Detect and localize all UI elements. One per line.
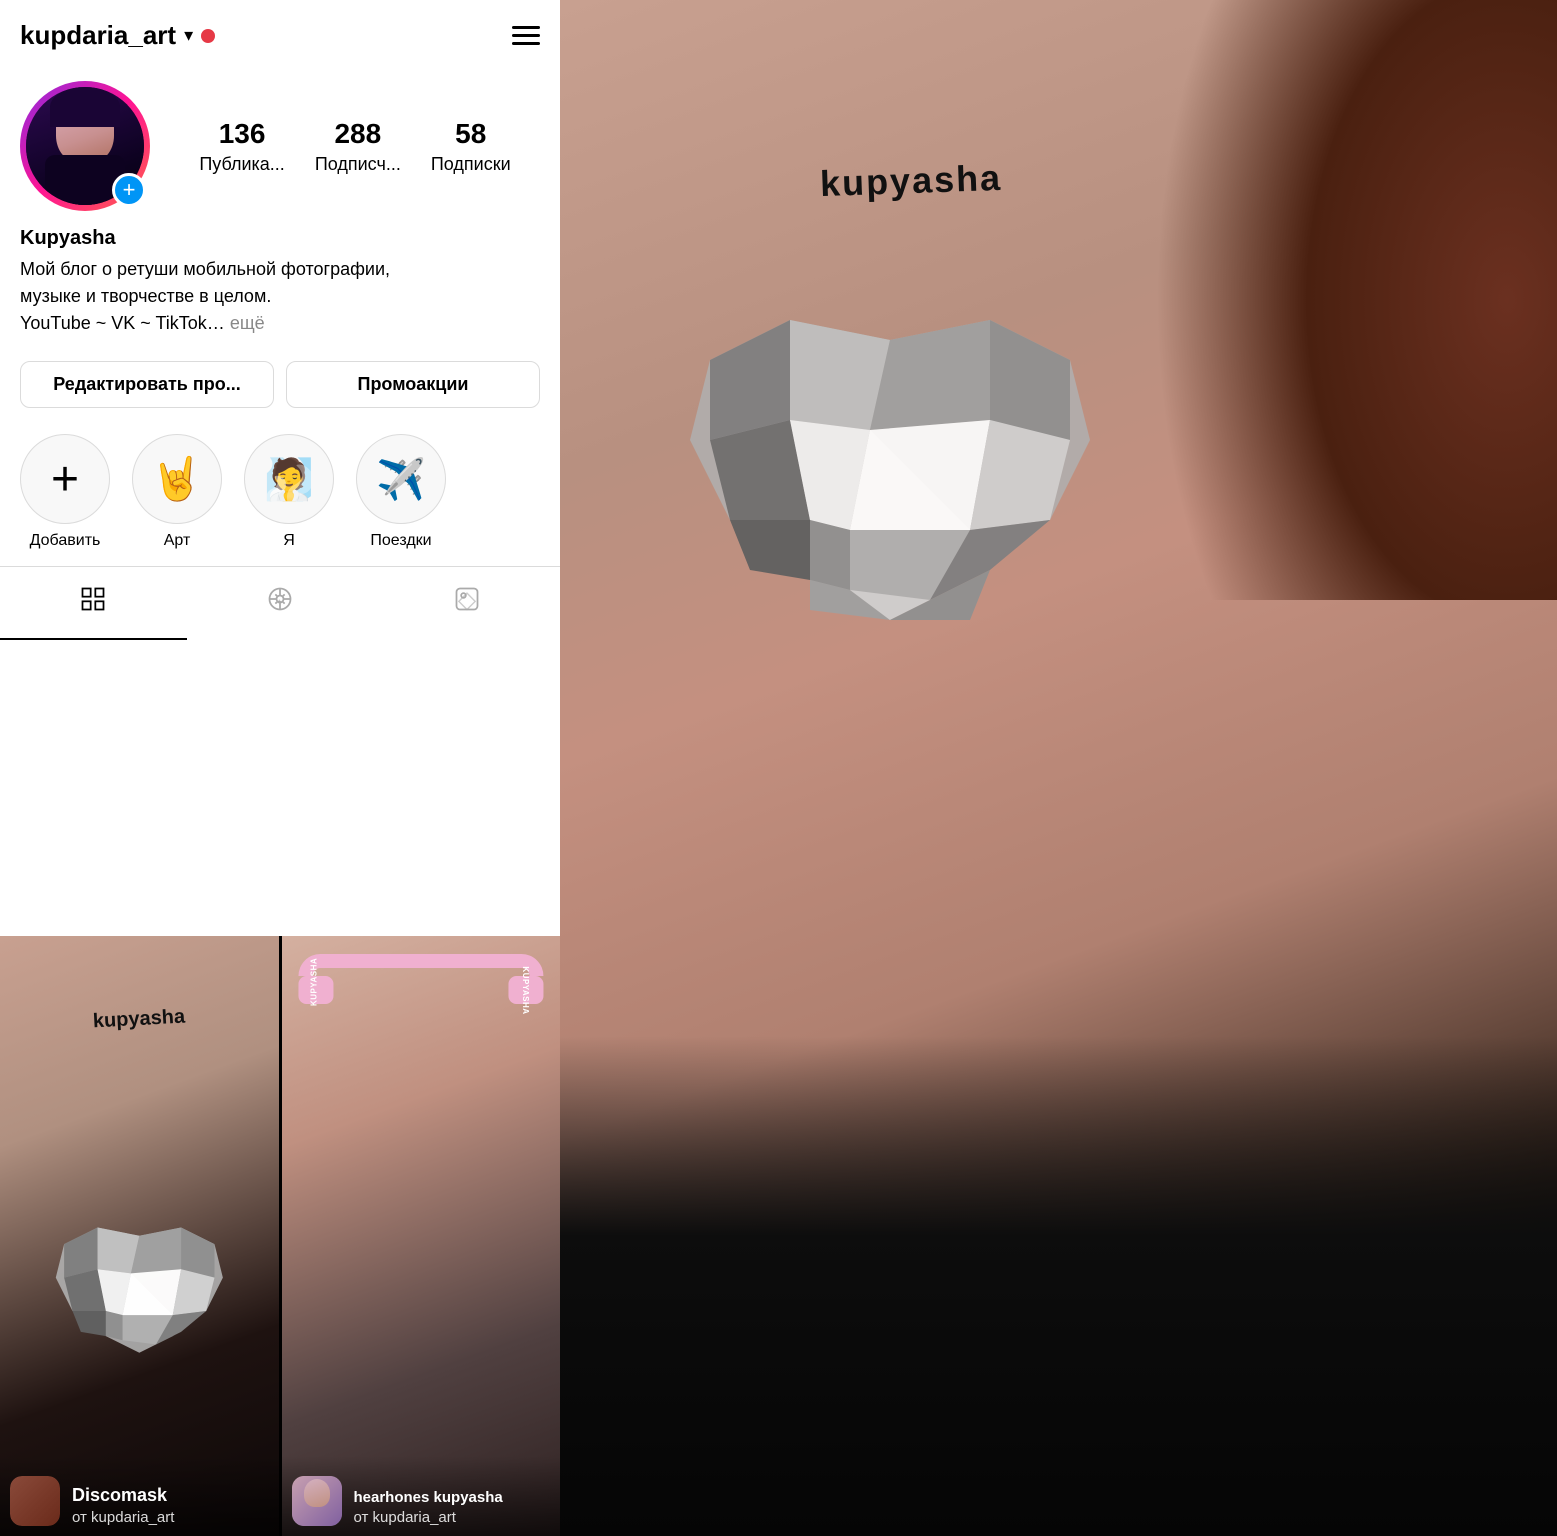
highlight-art-circle: 🤘 xyxy=(132,434,222,524)
post1-effect-author: от kupdaria_art xyxy=(72,1509,174,1526)
bio-line3: YouTube ~ VK ~ TikTok… xyxy=(20,313,225,333)
followers-label: Подписч... xyxy=(315,154,401,175)
tab-tagged[interactable] xyxy=(373,567,560,640)
mask-svg xyxy=(590,280,1190,760)
svg-text:★: ★ xyxy=(277,599,282,606)
highlight-travel-label: Поездки xyxy=(370,532,431,550)
highlight-me-circle: 🧖 xyxy=(244,434,334,524)
menu-button[interactable] xyxy=(512,26,540,45)
left-panel: kupdaria_art ▾ xyxy=(0,0,560,1536)
bio-section: Kupyasha Мой блог о ретуши мобильной фот… xyxy=(0,221,560,351)
promo-button[interactable]: Промоакции xyxy=(286,361,540,408)
display-name: Kupyasha xyxy=(20,227,540,250)
post1-effect-name: Discomask xyxy=(72,1485,167,1506)
tab-grid[interactable] xyxy=(0,567,187,640)
bio-line2: музыке и творчестве в целом. xyxy=(20,286,271,306)
app-header: kupdaria_art ▾ xyxy=(0,0,560,61)
post2-effect-thumb xyxy=(292,1476,342,1526)
live-indicator xyxy=(201,29,215,43)
dropdown-icon[interactable]: ▾ xyxy=(184,25,193,46)
post1-effect-thumb xyxy=(10,1476,60,1526)
stats-section: 136 Публика... 288 Подписч... 58 Подписк… xyxy=(170,118,540,175)
post-cell-2[interactable]: KUPYASHA KUPYASHA hearhones kupyasha от … xyxy=(282,936,561,1536)
reel-icon: ★ xyxy=(266,585,294,620)
edit-profile-button[interactable]: Редактировать про... xyxy=(20,361,274,408)
bio-more-button[interactable]: ещё xyxy=(230,313,265,333)
highlight-travel-circle: ✈️ xyxy=(356,434,446,524)
action-buttons: Редактировать про... Промоакции xyxy=(0,351,560,418)
tabs-section: ★ xyxy=(0,566,560,640)
highlight-me-label: Я xyxy=(283,532,295,550)
highlight-travel[interactable]: ✈️ Поездки xyxy=(356,434,446,550)
highlight-add-label: Добавить xyxy=(30,532,101,550)
posts-grid: kupyasha xyxy=(0,936,560,1536)
stat-posts[interactable]: 136 Публика... xyxy=(199,118,284,175)
post2-bg xyxy=(282,936,561,1536)
posts-count: 136 xyxy=(219,118,266,150)
avatar-container[interactable]: + xyxy=(20,81,150,211)
highlight-art[interactable]: 🤘 Арт xyxy=(132,434,222,550)
stat-followers[interactable]: 288 Подписч... xyxy=(315,118,401,175)
post1-mask xyxy=(14,1176,265,1446)
post1-face-text: kupyasha xyxy=(93,1006,186,1034)
bio-line1: Мой блог о ретуши мобильной фотографии, xyxy=(20,259,390,279)
grid-icon xyxy=(79,585,107,620)
posts-label: Публика... xyxy=(199,154,284,175)
add-highlight-circle: + xyxy=(20,434,110,524)
profile-section: + 136 Публика... 288 Подписч... 58 Подпи… xyxy=(0,61,560,221)
header-left: kupdaria_art ▾ xyxy=(20,20,215,51)
username-label: kupdaria_art xyxy=(20,20,176,51)
clothing-bottom xyxy=(560,1036,1557,1536)
add-story-button[interactable]: + xyxy=(112,173,146,207)
tab-reels[interactable]: ★ xyxy=(187,567,374,640)
post-cell-1[interactable]: kupyasha xyxy=(0,936,279,1536)
highlight-art-label: Арт xyxy=(164,532,191,550)
highlights-section: + Добавить 🤘 Арт 🧖 Я ✈️ Поездки xyxy=(0,418,560,566)
stat-following[interactable]: 58 Подписки xyxy=(431,118,511,175)
kupyasha-forehead-text: kupyasha xyxy=(819,157,1002,205)
bio-text: Мой блог о ретуши мобильной фотографии, … xyxy=(20,256,540,337)
tag-icon xyxy=(453,585,481,620)
post2-effect-author: от kupdaria_art xyxy=(354,1509,456,1526)
followers-count: 288 xyxy=(334,118,381,150)
post2-effect-name: hearhones kupyasha xyxy=(354,1489,503,1506)
following-label: Подписки xyxy=(431,154,511,175)
highlight-me[interactable]: 🧖 Я xyxy=(244,434,334,550)
post2-headphones: KUPYASHA KUPYASHA xyxy=(298,954,543,976)
highlight-add[interactable]: + Добавить xyxy=(20,434,110,550)
following-count: 58 xyxy=(455,118,486,150)
avatar-hair xyxy=(50,87,120,127)
